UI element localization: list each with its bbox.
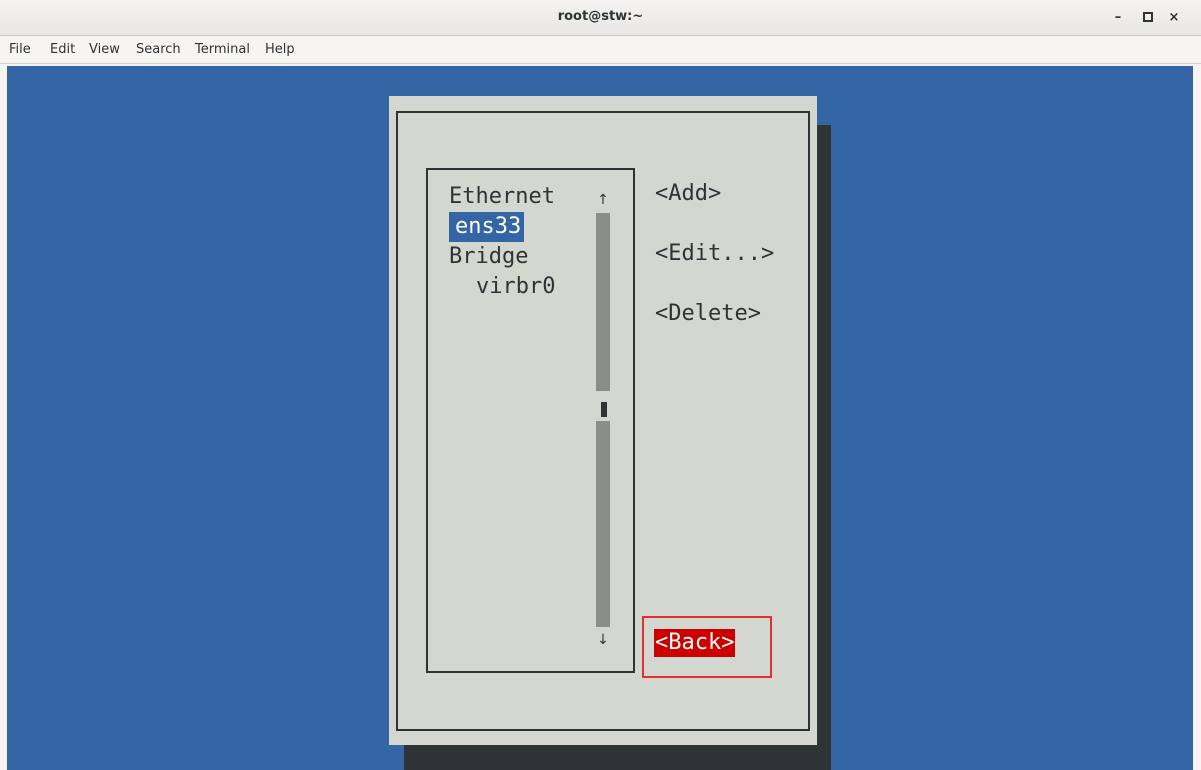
minimize-button[interactable]: – [1107, 6, 1129, 28]
terminal-area[interactable]: Ethernet ens33 Bridge virbr0 ↑ ↓ <Add> <… [7, 66, 1193, 770]
scrollbar-thumb[interactable] [601, 402, 607, 417]
menu-terminal[interactable]: Terminal [195, 42, 250, 57]
list-item-ens33[interactable]: ens33 [449, 212, 525, 242]
menu-edit[interactable]: Edit [50, 42, 75, 57]
add-button[interactable]: <Add> [655, 179, 721, 209]
maximize-button[interactable] [1137, 6, 1159, 28]
close-button[interactable]: × [1163, 6, 1185, 28]
scrollbar-track-upper[interactable] [596, 213, 610, 391]
menu-view[interactable]: View [89, 42, 120, 57]
scroll-up-arrow-icon[interactable]: ↑ [596, 192, 610, 208]
list-item-ethernet[interactable]: Ethernet [449, 182, 555, 212]
terminal-scrollbar[interactable] [1193, 64, 1201, 770]
edit-button[interactable]: <Edit...> [655, 239, 774, 269]
menu-help[interactable]: Help [265, 42, 295, 57]
window-titlebar[interactable]: root@stw:~ – × [0, 0, 1201, 36]
annotation-highlight-box [642, 616, 772, 678]
list-item-bridge[interactable]: Bridge [449, 242, 528, 272]
window-title: root@stw:~ [557, 9, 644, 24]
menu-bar: File Edit View Search Terminal Help [0, 36, 1201, 64]
delete-button[interactable]: <Delete> [655, 299, 761, 329]
menu-file[interactable]: File [9, 42, 31, 57]
scroll-down-arrow-icon[interactable]: ↓ [596, 632, 610, 648]
nmtui-dialog: Ethernet ens33 Bridge virbr0 ↑ ↓ <Add> <… [389, 96, 817, 745]
connection-list[interactable]: Ethernet ens33 Bridge virbr0 ↑ ↓ [426, 168, 635, 673]
maximize-icon [1143, 12, 1153, 22]
scrollbar-track-lower[interactable] [596, 421, 610, 627]
menu-search[interactable]: Search [136, 42, 181, 57]
list-item-virbr0[interactable]: virbr0 [476, 272, 555, 302]
